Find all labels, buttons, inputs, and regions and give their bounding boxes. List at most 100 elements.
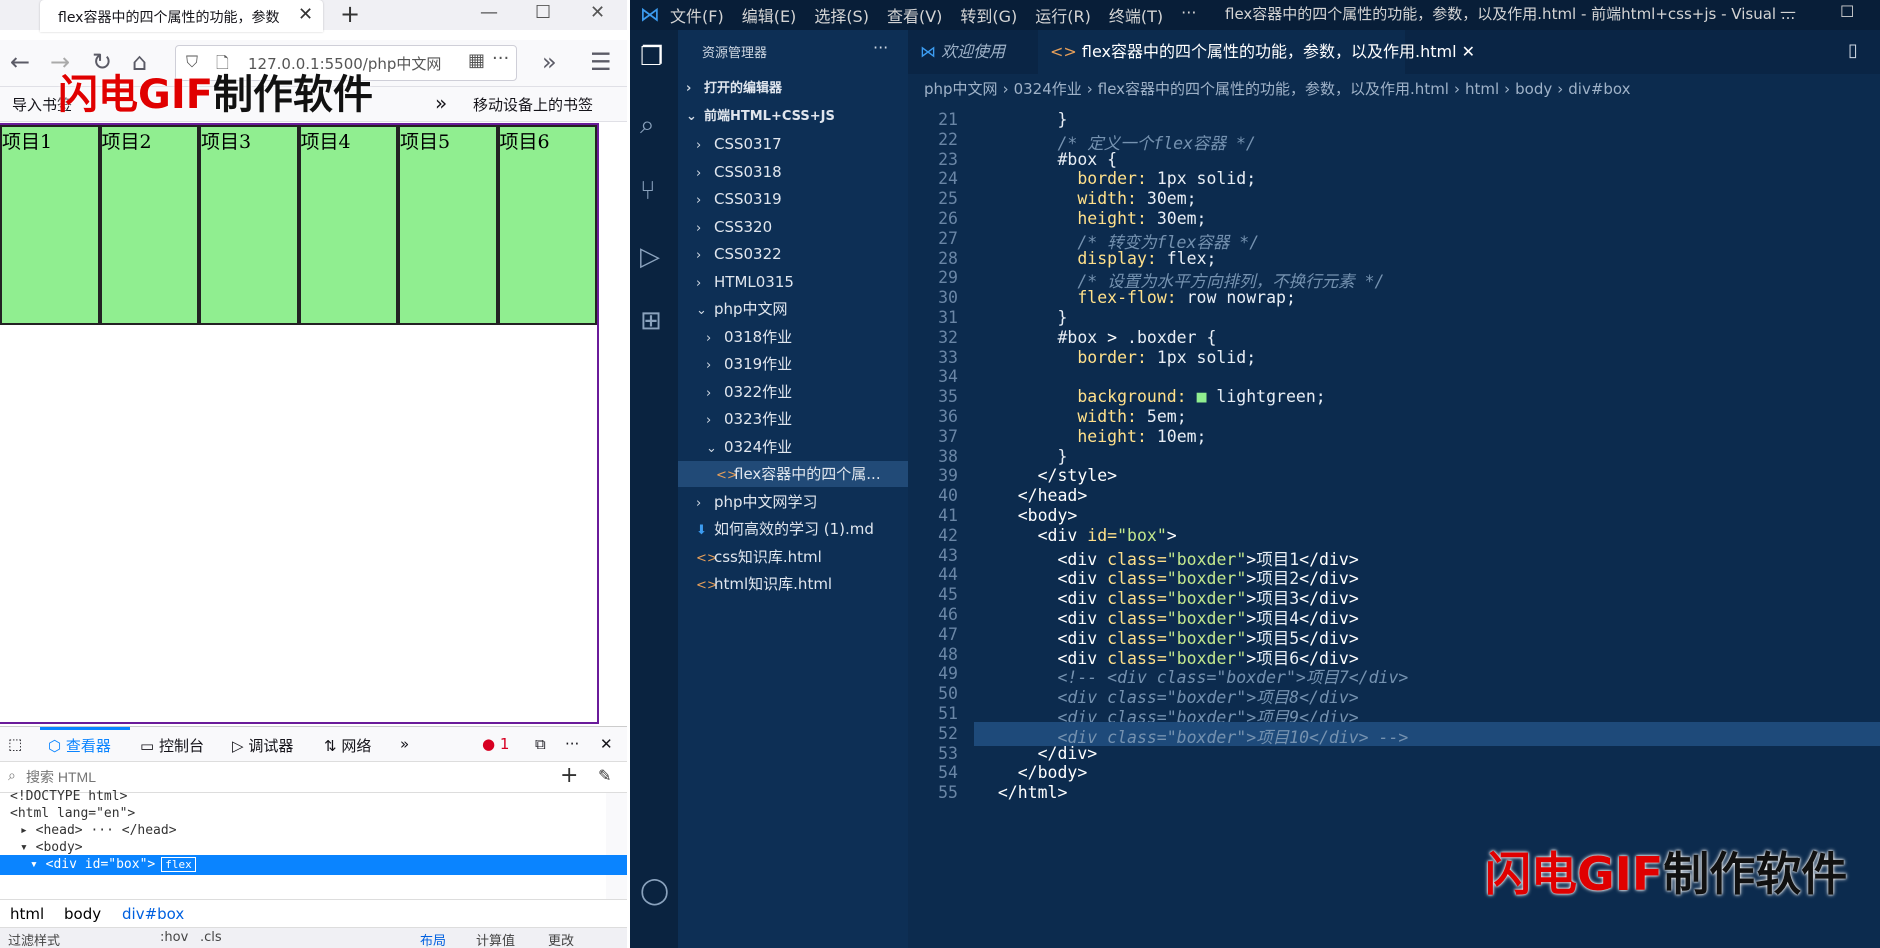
cls-toggle[interactable]: .cls bbox=[200, 930, 222, 945]
more-icon[interactable]: ··· bbox=[492, 48, 509, 69]
maximize-icon[interactable]: ☐ bbox=[1840, 2, 1854, 21]
tree-item[interactable]: ⌄ 0324作业 bbox=[678, 434, 908, 460]
code-line[interactable]: background: ■ lightgreen; bbox=[978, 387, 1325, 406]
eyedropper-icon[interactable]: ✎ bbox=[598, 766, 611, 785]
hamburger-menu-icon[interactable]: ☰ bbox=[590, 48, 612, 76]
code-line[interactable]: } bbox=[978, 447, 1067, 466]
tree-item[interactable]: <>html知识库.html bbox=[678, 571, 908, 597]
code-line[interactable]: height: 10em; bbox=[978, 427, 1206, 446]
code-line[interactable]: flex-flow: row nowrap; bbox=[978, 288, 1296, 307]
tree-item[interactable]: ⬇ 如何高效的学习 (1).md bbox=[678, 516, 908, 542]
menu-item[interactable]: 选择(S) bbox=[814, 3, 869, 27]
more-tabs-icon[interactable]: » bbox=[400, 735, 409, 753]
tree-item[interactable]: <>css知识库.html bbox=[678, 544, 908, 570]
mobile-bookmarks[interactable]: 移动设备上的书签 bbox=[473, 94, 593, 115]
color-swatch-icon[interactable]: ■ bbox=[1197, 387, 1207, 406]
tab-welcome[interactable]: ⋈ 欢迎使用 bbox=[920, 30, 1005, 74]
tree-item[interactable]: › php中文网学习 bbox=[678, 489, 908, 515]
run-debug-icon[interactable]: ▷ bbox=[640, 242, 660, 272]
tree-item[interactable]: ⌄ php中文网 bbox=[678, 296, 908, 322]
menu-item[interactable]: 运行(R) bbox=[1035, 3, 1091, 27]
tab-console[interactable]: ▭ 控制台 bbox=[140, 735, 204, 756]
code-line[interactable]: } bbox=[978, 110, 1067, 129]
close-window-icon[interactable]: ✕ bbox=[590, 2, 605, 23]
menu-item[interactable]: 编辑(E) bbox=[742, 3, 797, 27]
menu-item[interactable]: 转到(G) bbox=[960, 3, 1017, 27]
maximize-icon[interactable]: ☐ bbox=[535, 2, 551, 23]
code-line[interactable]: display: flex; bbox=[978, 249, 1216, 268]
add-node-icon[interactable]: + bbox=[560, 763, 578, 788]
account-icon[interactable]: ◯ bbox=[640, 876, 669, 906]
source-control-icon[interactable]: ⑂ bbox=[640, 176, 656, 206]
tree-item[interactable]: › 打开的编辑器 bbox=[678, 76, 908, 102]
code-line[interactable]: </head> bbox=[978, 486, 1088, 505]
code-line[interactable]: border: 1px solid; bbox=[978, 169, 1256, 188]
code-line[interactable]: #box > .boxder { bbox=[978, 328, 1216, 347]
tree-item[interactable]: › 0323作业 bbox=[678, 406, 908, 432]
overflow-icon[interactable]: » bbox=[542, 48, 557, 76]
code-line[interactable]: <div id="box"> bbox=[978, 526, 1177, 545]
dock-icon[interactable]: ⧉ bbox=[535, 735, 546, 753]
code-line[interactable]: </div> bbox=[978, 744, 1098, 763]
tab-layout[interactable]: 布局 bbox=[420, 930, 446, 948]
code-line[interactable]: </style> bbox=[978, 466, 1117, 485]
bookmarks-overflow-icon[interactable]: » bbox=[435, 91, 447, 115]
search-icon[interactable]: ⌕ bbox=[640, 110, 655, 141]
tab-active-file[interactable]: <> flex容器中的四个属性的功能，参数，以及作用.html ✕ bbox=[1038, 30, 1475, 74]
browser-tab[interactable]: flex容器中的四个属性的功能，参数 ✕ bbox=[40, 0, 323, 32]
breadcrumb-item[interactable]: body bbox=[1515, 80, 1552, 98]
crumb-div-box[interactable]: div#box bbox=[122, 905, 184, 923]
tree-item[interactable]: › 0318作业 bbox=[678, 324, 908, 350]
code-line[interactable]: width: 5em; bbox=[978, 407, 1186, 426]
breadcrumb-item[interactable]: php中文网 bbox=[924, 80, 998, 98]
extensions-icon[interactable]: ⊞ bbox=[640, 306, 662, 336]
code-view[interactable]: 21 } 22 /* 定义一个flex容器 */23 #box {24 borde… bbox=[908, 104, 1880, 948]
code-line[interactable]: </body> bbox=[978, 763, 1088, 782]
back-icon[interactable]: ← bbox=[10, 48, 30, 76]
devtools-menu-icon[interactable]: ··· bbox=[565, 735, 579, 753]
menu-item[interactable]: 文件(F) bbox=[670, 3, 724, 27]
crumb-html[interactable]: html bbox=[10, 905, 44, 923]
search-input[interactable] bbox=[24, 766, 528, 788]
qr-icon[interactable]: ▦ bbox=[468, 50, 485, 71]
split-editor-icon[interactable]: ▯ bbox=[1848, 40, 1858, 61]
tree-item[interactable]: › CSS0317 bbox=[678, 131, 908, 157]
breadcrumb-item[interactable]: html bbox=[1465, 80, 1499, 98]
code-line[interactable]: #box { bbox=[978, 150, 1117, 169]
breadcrumb-item[interactable]: div#box bbox=[1568, 80, 1630, 98]
explorer-icon[interactable]: ❐ bbox=[640, 42, 663, 72]
menu-item[interactable]: 查看(V) bbox=[887, 3, 942, 27]
tree-item[interactable]: › CSS320 bbox=[678, 214, 908, 240]
code-line[interactable]: height: 30em; bbox=[978, 209, 1206, 228]
explorer-more-icon[interactable]: ··· bbox=[873, 38, 888, 57]
tab-inspector[interactable]: ⬡ 查看器 bbox=[48, 735, 111, 756]
new-tab-icon[interactable]: + bbox=[340, 0, 360, 28]
tab-network[interactable]: ⇅ 网络 bbox=[324, 735, 371, 756]
menu-item[interactable]: ··· bbox=[1181, 3, 1196, 22]
code-line[interactable]: </html> bbox=[978, 783, 1068, 802]
minimize-icon[interactable]: — bbox=[1780, 2, 1796, 21]
tree-item[interactable]: › CSS0319 bbox=[678, 186, 908, 212]
filter-styles[interactable]: 过滤样式 bbox=[8, 930, 60, 948]
crumb-body[interactable]: body bbox=[64, 905, 101, 923]
tree-item[interactable]: › CSS0322 bbox=[678, 241, 908, 267]
tab-computed[interactable]: 计算值 bbox=[476, 930, 515, 948]
code-line[interactable]: width: 30em; bbox=[978, 189, 1196, 208]
flex-badge[interactable]: flex bbox=[161, 857, 196, 872]
pick-element-icon[interactable]: ⬚ bbox=[8, 735, 22, 753]
menu-item[interactable]: 终端(T) bbox=[1109, 3, 1163, 27]
tree-item[interactable]: <>flex容器中的四个属... bbox=[678, 461, 908, 487]
tree-item[interactable]: › CSS0318 bbox=[678, 159, 908, 185]
code-line[interactable]: <body> bbox=[978, 506, 1078, 525]
close-tab-icon[interactable]: ✕ bbox=[1462, 42, 1475, 61]
tree-item[interactable]: › HTML0315 bbox=[678, 269, 908, 295]
tab-changes[interactable]: 更改 bbox=[548, 930, 574, 948]
minimize-icon[interactable]: — bbox=[480, 2, 498, 23]
tree-item[interactable]: › 0322作业 bbox=[678, 379, 908, 405]
code-line[interactable]: } bbox=[978, 308, 1067, 327]
error-count[interactable]: ● 1 bbox=[482, 735, 509, 753]
breadcrumb-item[interactable]: flex容器中的四个属性的功能，参数，以及作用.html bbox=[1098, 80, 1449, 98]
breadcrumb-item[interactable]: 0324作业 bbox=[1014, 80, 1082, 98]
close-devtools-icon[interactable]: ✕ bbox=[600, 735, 613, 753]
close-tab-icon[interactable]: ✕ bbox=[298, 4, 313, 25]
